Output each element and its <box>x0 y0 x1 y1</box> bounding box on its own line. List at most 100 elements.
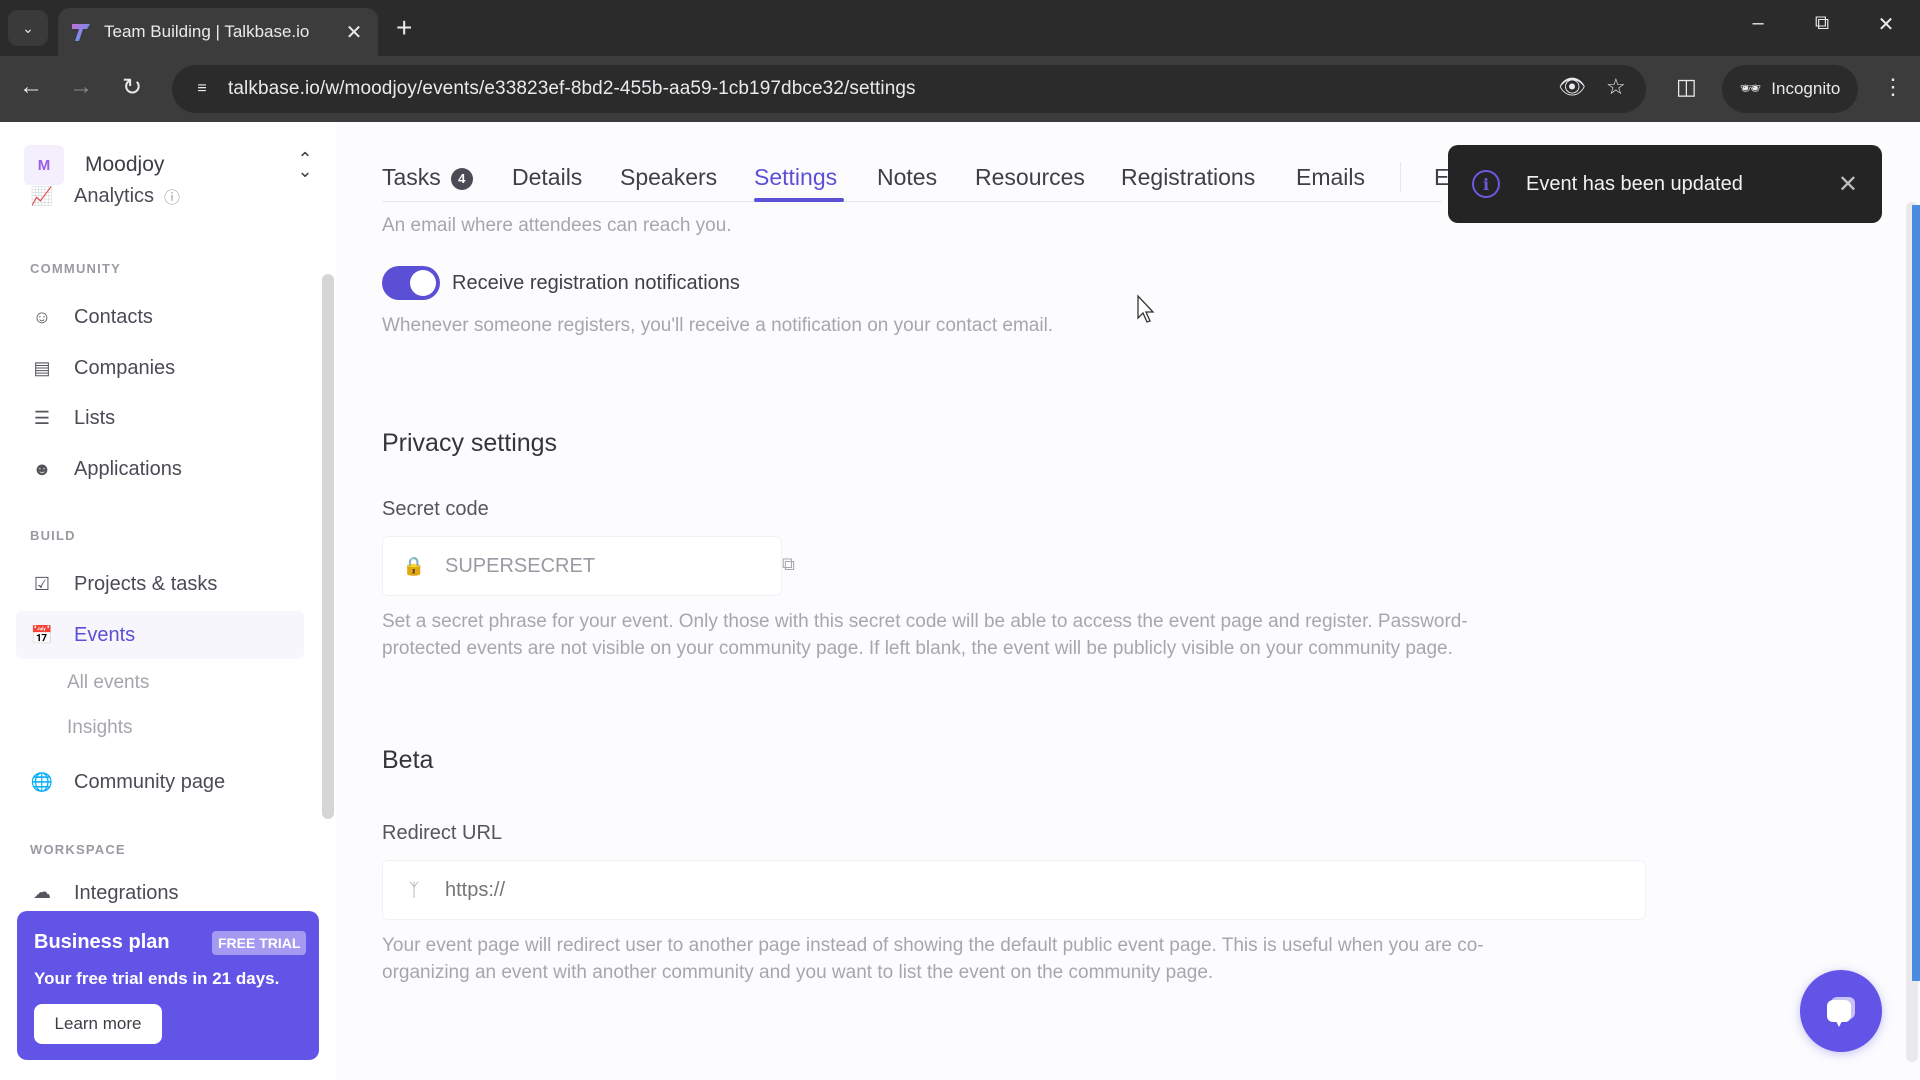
reload-icon[interactable]: ↻ <box>116 73 148 102</box>
new-tab-button[interactable]: + <box>396 12 412 44</box>
redirect-url-input[interactable] <box>445 878 1645 902</box>
sidebar-item-applications[interactable]: ☻ Applications <box>16 445 304 493</box>
info-icon: i <box>1472 170 1500 198</box>
info-icon: ⓘ <box>164 190 181 207</box>
chevron-up-down-icon: ⌃ ⌄ <box>297 149 313 181</box>
sidebar-item-label: Events <box>74 623 136 646</box>
sidebar-subitem-all-events[interactable]: All events <box>67 672 149 694</box>
sidebar: M Moodjoy ⌃ ⌄ 📈 Analytics ⓘ COMMUNITY ☺ C… <box>0 122 336 1080</box>
incognito-indicator[interactable]: 🕶 Incognito <box>1722 65 1858 113</box>
app-page: M Moodjoy ⌃ ⌄ 📈 Analytics ⓘ COMMUNITY ☺ C… <box>0 122 1920 1080</box>
learn-more-button[interactable]: Learn more <box>34 1004 162 1044</box>
tasks-count-badge: 4 <box>450 167 473 190</box>
secret-code-input[interactable] <box>445 554 781 578</box>
browser-tab-strip: ⌄ Team Building | Talkbase.io ✕ + – ⧉ ✕ <box>0 0 1920 56</box>
section-label-community: COMMUNITY <box>30 261 121 276</box>
redirect-url-help-line2: organizing an event with another communi… <box>382 962 1214 983</box>
secret-code-help-line1: Set a secret phrase for your event. Only… <box>382 611 1468 632</box>
side-panel-icon[interactable]: ◫ <box>1676 74 1697 100</box>
window-close-icon[interactable]: ✕ <box>1866 12 1906 37</box>
copy-icon[interactable]: ⧉ <box>782 554 795 575</box>
active-tab-indicator <box>754 198 844 202</box>
toast-notification: i Event has been updated ✕ <box>1448 145 1882 223</box>
sidebar-item-events[interactable]: 📅 Events <box>16 611 304 659</box>
tab-speakers[interactable]: Speakers <box>620 164 717 191</box>
registration-notifications-toggle[interactable] <box>382 266 440 300</box>
privacy-settings-heading: Privacy settings <box>382 429 558 457</box>
registration-notifications-help: Whenever someone registers, you'll recei… <box>382 315 1054 336</box>
browser-menu-icon[interactable]: ⋮ <box>1882 74 1904 100</box>
section-label-build: BUILD <box>30 528 76 543</box>
sidebar-item-label: Companies <box>74 356 176 379</box>
url-text[interactable]: talkbase.io/w/moodjoy/events/e33823ef-8b… <box>228 78 916 100</box>
sidebar-item-analytics[interactable]: 📈 Analytics ⓘ <box>16 178 304 214</box>
forward-icon[interactable]: → <box>65 73 97 101</box>
toast-message: Event has been updated <box>1526 172 1743 195</box>
site-info-icon[interactable]: ≡ <box>182 80 222 98</box>
calendar-icon: 📅 <box>30 624 54 645</box>
beta-heading: Beta <box>382 746 434 774</box>
minimize-icon[interactable]: – <box>1738 12 1778 35</box>
plan-title: Business plan <box>34 931 170 953</box>
sidebar-item-label: Contacts <box>74 305 153 328</box>
chevron-down-icon: ⌄ <box>22 19 34 36</box>
trial-remaining-text: Your free trial ends in 21 days. <box>34 969 280 988</box>
sidebar-item-integrations[interactable]: ☁ Integrations <box>16 882 304 906</box>
sidebar-item-community-page[interactable]: 🌐 Community page <box>16 758 304 806</box>
browser-tab-title: Team Building | Talkbase.io <box>104 22 310 41</box>
tab-search-button[interactable]: ⌄ <box>8 10 48 46</box>
sidebar-item-label: Projects & tasks <box>74 572 218 595</box>
restore-icon[interactable]: ⧉ <box>1802 12 1842 35</box>
tabs-divider <box>1400 162 1401 192</box>
tab-emails[interactable]: Emails <box>1296 164 1365 191</box>
tab-notes[interactable]: Notes <box>877 164 937 191</box>
tab-registrations[interactable]: Registrations <box>1121 164 1255 191</box>
tab-tasks[interactable]: Tasks 4 <box>382 164 473 191</box>
sidebar-item-label: Lists <box>74 406 116 429</box>
browser-toolbar: ← → ↻ ≡ talkbase.io/w/moodjoy/events/e33… <box>0 56 1920 122</box>
tab-details[interactable]: Details <box>512 164 582 191</box>
tab-settings[interactable]: Settings <box>754 164 837 191</box>
section-label-workspace: WORKSPACE <box>30 842 126 857</box>
chat-bubble-icon <box>1827 997 1855 1027</box>
chart-icon: 📈 <box>30 185 54 206</box>
sidebar-scrollbar[interactable] <box>322 274 334 819</box>
mouse-cursor-icon <box>1137 294 1155 323</box>
close-tab-icon[interactable]: ✕ <box>342 20 366 45</box>
workspace-name: Moodjoy <box>85 153 165 176</box>
address-bar[interactable]: ≡ talkbase.io/w/moodjoy/events/e33823ef-… <box>172 65 1202 113</box>
event-tabs: Tasks 4 Details Speakers Settings Notes R… <box>382 152 1449 202</box>
sidebar-subitem-insights[interactable]: Insights <box>67 717 132 739</box>
sidebar-item-companies[interactable]: ▤ Companies <box>16 344 304 392</box>
browser-tab[interactable]: Team Building | Talkbase.io ✕ <box>58 8 378 56</box>
redirect-url-field[interactable]: ᛉ <box>382 860 1646 920</box>
free-trial-badge: FREE TRIAL <box>212 931 307 955</box>
eye-off-icon[interactable]: 👁 <box>1558 74 1586 100</box>
registration-notifications-label: Receive registration notifications <box>452 272 740 294</box>
sidebar-item-contacts[interactable]: ☺ Contacts <box>16 293 304 341</box>
page-scrollbar-thumb[interactable] <box>1912 205 1920 981</box>
redirect-url-help-line1: Your event page will redirect user to an… <box>382 935 1484 956</box>
sidebar-item-lists[interactable]: ☰ Lists <box>16 394 304 442</box>
sidebar-item-projects-tasks[interactable]: ☑ Projects & tasks <box>16 560 304 608</box>
chat-support-button[interactable] <box>1800 970 1882 1052</box>
secret-code-field[interactable]: 🔒 <box>382 536 782 596</box>
task-check-icon: ☑ <box>33 573 51 594</box>
building-icon: ▤ <box>33 357 51 378</box>
tab-label: Tasks <box>382 164 441 190</box>
incognito-icon: 🕶 <box>1739 79 1762 98</box>
toast-close-icon[interactable]: ✕ <box>1838 170 1858 199</box>
secret-code-label: Secret code <box>382 498 489 520</box>
integrations-icon: ☁ <box>33 882 51 902</box>
tab-resources[interactable]: Resources <box>975 164 1085 191</box>
incognito-label: Incognito <box>1771 79 1841 98</box>
sidebar-item-label: Applications <box>74 457 182 480</box>
back-icon[interactable]: ← <box>15 73 47 101</box>
redirect-icon: ᛉ <box>408 879 420 900</box>
contact-email-help: An email where attendees can reach you. <box>382 215 732 236</box>
redirect-url-label: Redirect URL <box>382 822 503 844</box>
bookmark-star-icon[interactable]: ☆ <box>1606 74 1626 100</box>
user-plus-icon: ☻ <box>32 458 52 479</box>
sidebar-item-label: Integrations <box>74 882 179 904</box>
business-plan-card: Business plan FREE TRIAL Your free trial… <box>17 911 319 1060</box>
